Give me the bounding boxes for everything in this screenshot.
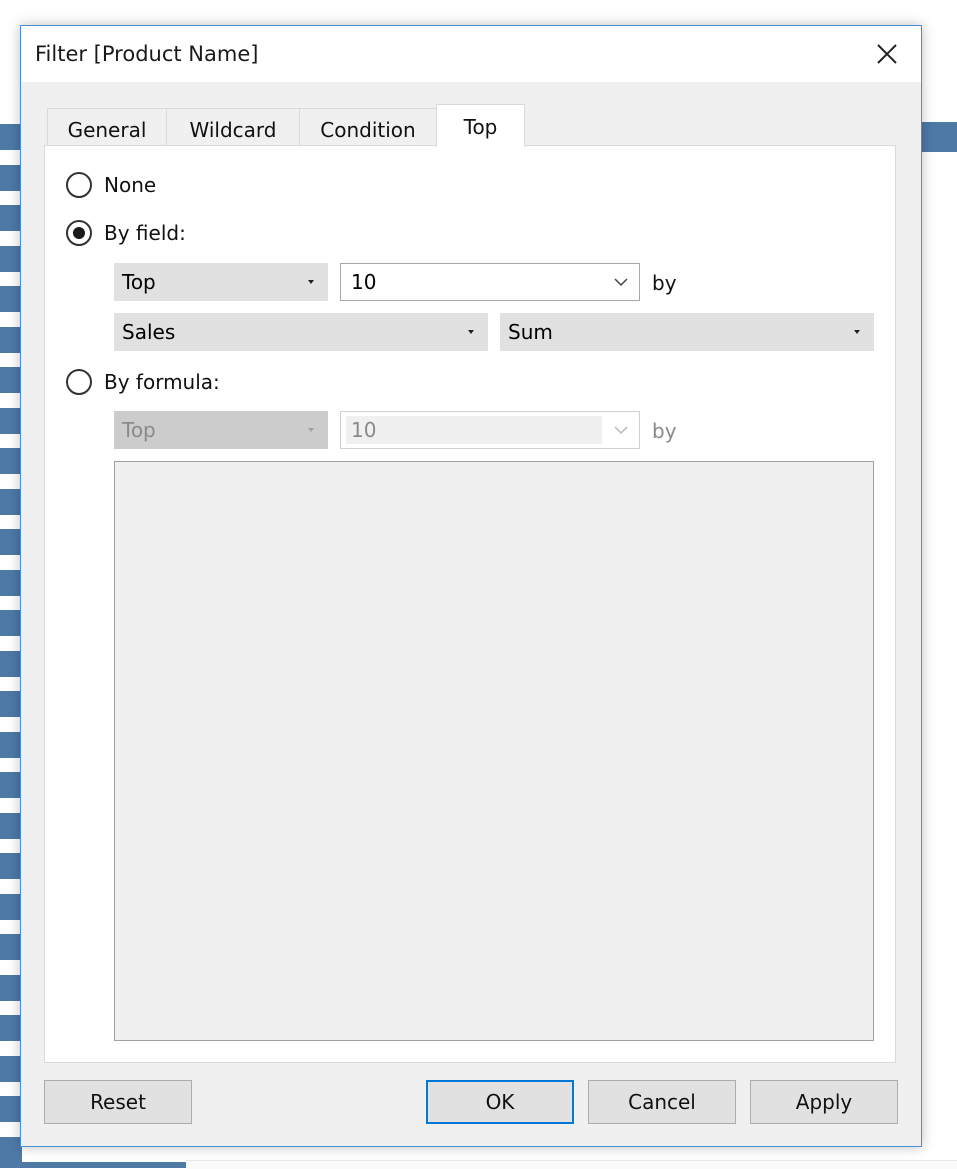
background-bar: [0, 327, 22, 353]
background-bar: [0, 1162, 186, 1168]
combobox-value: 10: [351, 418, 377, 442]
ok-button[interactable]: OK: [426, 1080, 574, 1124]
by-formula-count-combobox: 10: [340, 411, 640, 449]
background-bar: [0, 367, 22, 393]
by-field-label: By field:: [104, 221, 186, 245]
by-field-field-dropdown[interactable]: Sales: [114, 313, 488, 351]
background-bar: [0, 732, 22, 758]
background-bar: [0, 1137, 22, 1163]
background-bar: [0, 651, 22, 677]
dropdown-caret-icon: [308, 428, 314, 432]
by-field-count-combobox[interactable]: 10: [340, 263, 640, 301]
combobox-inner: [346, 416, 602, 444]
formula-text-area[interactable]: [114, 461, 874, 1041]
background-bar: [0, 570, 22, 596]
dropdown-value: Top: [122, 418, 156, 442]
chevron-down-icon: [614, 426, 628, 435]
dropdown-caret-icon: [308, 280, 314, 284]
tab-top[interactable]: Top: [436, 104, 525, 147]
none-radio[interactable]: [66, 172, 92, 198]
background-bar: [0, 853, 22, 879]
apply-button[interactable]: Apply: [750, 1080, 898, 1124]
radio-selected-dot: [73, 227, 85, 239]
dropdown-value: Top: [122, 270, 156, 294]
background-bar: [0, 1015, 22, 1041]
close-button[interactable]: [867, 36, 907, 72]
background-bar: [0, 448, 22, 474]
background-bar: [0, 286, 22, 312]
dropdown-caret-icon: [854, 330, 860, 334]
by-formula-radio[interactable]: [66, 369, 92, 395]
background-bar: [0, 813, 22, 839]
by-label: by: [652, 419, 677, 443]
background-bar: [0, 975, 22, 1001]
background-bar: [0, 772, 22, 798]
background-bar: [0, 894, 22, 920]
by-field-direction-dropdown[interactable]: Top: [114, 263, 328, 301]
background-bar: [0, 934, 22, 960]
close-icon: [877, 44, 897, 64]
chevron-down-icon[interactable]: [613, 274, 629, 290]
dropdown-value: Sales: [122, 320, 176, 344]
background-bar: [0, 205, 22, 231]
background-bar: [921, 122, 957, 152]
tab-condition[interactable]: Condition: [299, 108, 437, 146]
tab-wildcard[interactable]: Wildcard: [166, 108, 300, 146]
cancel-button[interactable]: Cancel: [588, 1080, 736, 1124]
dropdown-value: Sum: [508, 320, 553, 344]
by-formula-direction-dropdown: Top: [114, 411, 328, 449]
background-bar: [0, 691, 22, 717]
background-bar: [0, 165, 22, 191]
background-bar: [0, 124, 22, 150]
by-field-radio[interactable]: [66, 220, 92, 246]
reset-button[interactable]: Reset: [44, 1080, 192, 1124]
dialog-title: Filter [Product Name]: [35, 42, 259, 66]
by-formula-label: By formula:: [104, 370, 220, 394]
background-bar: [0, 610, 22, 636]
dropdown-caret-icon: [468, 330, 474, 334]
background-bar: [0, 246, 22, 272]
background-bar: [0, 408, 22, 434]
background-bar: [0, 489, 22, 515]
tab-general[interactable]: General: [47, 108, 167, 146]
background-bar: [0, 529, 22, 555]
background-bar: [0, 1056, 22, 1082]
by-field-aggregation-dropdown[interactable]: Sum: [500, 313, 874, 351]
filter-dialog: Filter [Product Name] General Wildcard C…: [20, 25, 922, 1147]
none-label: None: [104, 173, 157, 197]
top-tab-panel: None By field: Top 10 by Sales Sum By fo…: [44, 145, 896, 1063]
combobox-value: 10: [351, 270, 377, 294]
title-bar: Filter [Product Name]: [21, 26, 921, 82]
background-bar: [0, 1096, 22, 1122]
by-label: by: [652, 271, 677, 295]
